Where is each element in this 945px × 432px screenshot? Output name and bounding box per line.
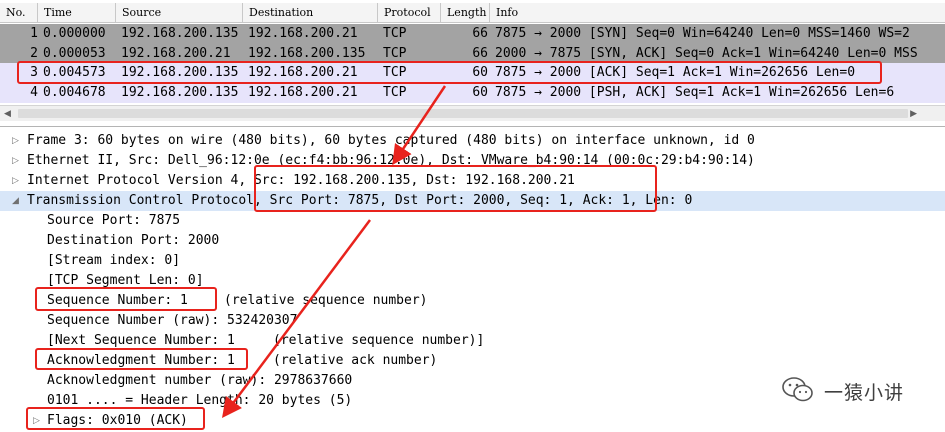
packet-no: 4 [30, 85, 38, 100]
field-stream-index[interactable]: [Stream index: 0] [0, 251, 945, 271]
horizontal-scrollbar[interactable]: ◀ ▶ [0, 105, 945, 121]
expand-icon[interactable]: ▷ [12, 151, 19, 171]
field-destination-port[interactable]: Destination Port: 2000 [0, 231, 945, 251]
expand-icon[interactable]: ▷ [12, 171, 19, 191]
field-source-port[interactable]: Source Port: 7875 [0, 211, 945, 231]
packet-no: 1 [30, 26, 38, 41]
scroll-left-icon[interactable]: ◀ [4, 109, 11, 119]
packet-info: 7875 → 2000 [SYN] Seq=0 Win=64240 Len=0 … [495, 26, 910, 41]
field-label: Sequence Number (raw): 532420307 [47, 313, 298, 328]
tree-frame[interactable]: ▷ Frame 3: 60 bytes on wire (480 bits), … [0, 131, 945, 151]
packet-info: 7875 → 2000 [PSH, ACK] Seq=1 Ack=1 Win=2… [495, 85, 895, 100]
col-length[interactable]: Length [441, 3, 490, 23]
field-label: Acknowledgment number (raw): 2978637660 [47, 373, 353, 388]
field-note: (relative sequence number)] [273, 333, 485, 348]
wechat-icon [782, 377, 813, 402]
col-source[interactable]: Source [116, 3, 243, 23]
packet-row[interactable]: 1 0.000000 192.168.200.135 192.168.200.2… [0, 24, 945, 44]
field-note: (relative ack number) [273, 353, 438, 368]
field-seq-raw[interactable]: Sequence Number (raw): 532420307 [0, 311, 945, 331]
packet-source: 192.168.200.135 [121, 85, 239, 100]
col-no[interactable]: No. [0, 3, 38, 23]
column-header: No. Time Source Destination Protocol Len… [0, 3, 945, 23]
packet-destination: 192.168.200.21 [248, 85, 358, 100]
scroll-right-icon[interactable]: ▶ [910, 109, 917, 119]
scroll-thumb[interactable] [18, 109, 908, 118]
packet-protocol: TCP [383, 26, 407, 41]
watermark-text: 一猿小讲 [824, 382, 905, 404]
highlight-box-ack [35, 348, 248, 370]
field-label: [Stream index: 0] [47, 253, 181, 268]
highlight-box-seq [35, 287, 217, 311]
collapse-icon[interactable]: ◢ [12, 191, 19, 211]
field-note: (relative sequence number) [224, 293, 428, 308]
packet-protocol: TCP [383, 85, 407, 100]
packet-row[interactable]: 4 0.004678 192.168.200.135 192.168.200.2… [0, 83, 945, 103]
highlight-box-ports [254, 165, 657, 212]
field-label: Source Port: 7875 [47, 213, 181, 228]
highlight-box-flags [26, 407, 205, 430]
col-protocol[interactable]: Protocol [378, 3, 441, 23]
tree-label: Frame 3: 60 bytes on wire (480 bits), 60… [27, 133, 755, 148]
watermark: 一猿小讲 [780, 375, 930, 405]
col-destination[interactable]: Destination [243, 3, 378, 23]
packet-length: 66 [472, 26, 488, 41]
field-label: Destination Port: 2000 [47, 233, 220, 248]
packet-length: 60 [472, 85, 488, 100]
packet-time: 0.004678 [43, 85, 106, 100]
packet-destination: 192.168.200.21 [248, 26, 358, 41]
col-info[interactable]: Info [490, 3, 945, 23]
packet-time: 0.000000 [43, 26, 106, 41]
packet-source: 192.168.200.135 [121, 26, 239, 41]
highlight-box-packet [17, 61, 882, 84]
col-time[interactable]: Time [38, 3, 116, 23]
expand-icon[interactable]: ▷ [12, 131, 19, 151]
